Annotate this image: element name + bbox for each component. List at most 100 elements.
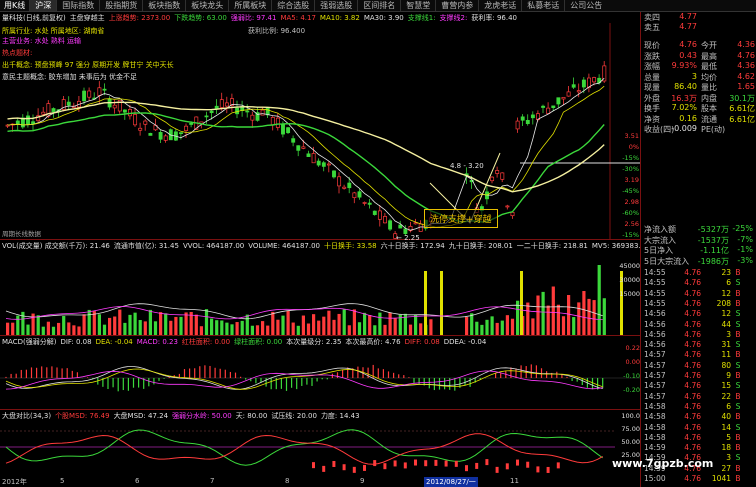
stat-value: 4.76 — [737, 50, 755, 60]
stat-label: 均价 — [701, 72, 717, 82]
tab-9[interactable]: 智慧堂 — [400, 0, 435, 11]
tab-1[interactable]: 国际指数 — [56, 0, 99, 11]
tick-row[interactable]: 14:56 4.76 31 S — [641, 340, 756, 350]
macd-header-item: DIF: 0.08 — [60, 337, 92, 346]
tab-7[interactable]: 强弱选股 — [314, 0, 357, 11]
volume-bar — [352, 309, 356, 335]
axis-tick-label: -0.20 — [623, 386, 640, 394]
volume-bar — [561, 316, 566, 335]
volume-panel[interactable]: VOL(成交量) 成交额(千万): 21.46 流通市值(亿): 31.45 VVO… — [0, 240, 640, 336]
volume-bar — [567, 295, 571, 335]
tick-row[interactable]: 15:00 4.76 1041 B — [641, 474, 756, 484]
candlestick — [184, 125, 189, 131]
tab-2[interactable]: 股指期货 — [99, 0, 142, 11]
tab-5[interactable]: 所属板块 — [228, 0, 271, 11]
volume-bar — [368, 315, 372, 335]
tick-row[interactable]: 14:57 4.76 11 B — [641, 350, 756, 360]
month-label: 7 — [210, 477, 215, 485]
tick-price: 4.76 — [684, 381, 701, 391]
osc-header-item: 强弱分水岭: 50.00 — [172, 411, 232, 420]
volume-bar — [485, 319, 489, 335]
stat-label: 收益(四) — [644, 125, 675, 134]
tick-row[interactable]: 14:58 4.76 6 S — [641, 402, 756, 412]
tick-row[interactable]: 14:55 4.76 12 B — [641, 289, 756, 299]
fund-flow-row: 5日大宗流入 -1986万 -3% — [641, 256, 756, 266]
candlestick — [592, 77, 597, 83]
tick-row[interactable]: 14:58 4.76 14 S — [641, 423, 756, 433]
top-tab-bar: 用K线 沪深 国际指数 股指期货 板块指数 板块龙头 所属板块 综合选股 强弱选股 区间排名 智慧… — [0, 0, 756, 12]
candlestick — [551, 105, 556, 109]
macd-header: MACD(强弱分解) DIF: 0.08 DEA: -0.04 MACD: 0.23 红… — [0, 336, 640, 347]
tick-side: S — [735, 360, 741, 370]
tick-row[interactable]: 14:56 4.76 3 B — [641, 330, 756, 340]
volume-bar — [230, 324, 234, 335]
tab-12[interactable]: 私募老话 — [521, 0, 564, 11]
tick-volume: 40 — [721, 412, 731, 422]
date-axis-bar: 2012年 567891011 2012/08/27/一 — [0, 477, 640, 487]
year-label: 2012年 — [2, 478, 27, 486]
oscillator-panel[interactable]: 大盘对比(34,3) 个股MSD: 76.49 大盘MSD: 47.24 强弱分水岭:… — [0, 410, 640, 477]
quote-stat-row: 总量 3 均价 4.62 — [641, 72, 756, 82]
candlestick — [148, 133, 153, 136]
stock-msd-line — [5, 429, 603, 466]
volume-chart[interactable] — [0, 251, 640, 335]
volume-bar — [261, 321, 265, 335]
tick-row[interactable]: 14:58 4.76 5 B — [641, 433, 756, 443]
quote-stat-row: 收益(四) -0.009 PE(动) — [641, 124, 756, 134]
volume-bar — [62, 316, 66, 335]
candlestick — [541, 105, 546, 108]
tick-row[interactable]: 14:58 4.76 40 B — [641, 412, 756, 422]
osc-header-item: 试压线: 20.00 — [271, 411, 317, 420]
volume-header-item: VOLUME: 464187.00 — [248, 241, 321, 250]
tick-time: 14:55 — [644, 298, 666, 308]
tab-11[interactable]: 龙虎老话 — [478, 0, 521, 11]
tick-row[interactable]: 14:57 4.76 80 S — [641, 361, 756, 371]
candlestick — [286, 127, 291, 134]
tab-10[interactable]: 曹营内参 — [435, 0, 478, 11]
macd-panel[interactable]: MACD(强弱分解) DIF: 0.08 DEA: -0.04 MACD: 0.23 红… — [0, 336, 640, 410]
tick-row[interactable]: 14:57 4.76 15 S — [641, 381, 756, 391]
volume-bar — [572, 317, 576, 335]
volume-bar — [342, 309, 346, 335]
macd-header-item: 本次最高价: 4.76 — [345, 337, 401, 346]
volume-bar — [582, 291, 586, 335]
candlestick — [112, 104, 117, 109]
candlestick — [556, 97, 561, 105]
tab-4[interactable]: 板块龙头 — [185, 0, 228, 11]
tick-row[interactable]: 14:56 4.76 12 S — [641, 309, 756, 319]
tick-row[interactable]: 14:56 4.76 44 S — [641, 320, 756, 330]
main-header-item: 获利率: 96.40 — [471, 13, 517, 22]
tick-time: 14:58 — [644, 412, 666, 422]
tick-row[interactable]: 14:55 4.76 23 B — [641, 268, 756, 278]
tick-row[interactable]: 14:55 4.76 208 B — [641, 299, 756, 309]
tick-side: S — [735, 453, 741, 463]
kline-chart[interactable] — [0, 23, 640, 239]
tick-row[interactable]: 14:57 4.76 22 B — [641, 392, 756, 402]
tick-row[interactable]: 14:57 4.76 9 B — [641, 371, 756, 381]
tab-13[interactable]: 公司公告 — [564, 0, 607, 11]
tab-8[interactable]: 区间排名 — [357, 0, 400, 11]
flow-label: 大宗流入 — [644, 235, 676, 245]
order-price: 4.77 — [679, 22, 697, 31]
volume-bar — [317, 320, 321, 335]
volume-bar — [490, 316, 494, 335]
kline-panel[interactable]: 量科技(日线,前复权) 主盘穿越主 上涨趋势: 2373.00 下跌趋势: 63.00… — [0, 12, 640, 242]
tick-row[interactable]: 14:59 4.76 18 B — [641, 443, 756, 453]
macd-chart[interactable] — [0, 347, 640, 409]
oscillator-chart[interactable] — [0, 421, 640, 477]
signal-bar — [373, 460, 377, 467]
candlestick — [566, 91, 571, 97]
flow-value: -5327万 — [697, 225, 729, 234]
candlestick — [133, 114, 138, 126]
candlestick — [301, 146, 306, 149]
tab-6[interactable]: 综合选股 — [271, 0, 314, 11]
tab-0[interactable]: 沪深 — [29, 0, 57, 11]
tab-3[interactable]: 板块指数 — [142, 0, 185, 11]
candlestick — [31, 121, 36, 125]
volume-bar — [87, 309, 91, 335]
candlestick — [372, 210, 377, 215]
volume-bar — [138, 320, 142, 335]
axis-tick-label: 15000 — [619, 290, 640, 298]
tick-row[interactable]: 14:55 4.76 6 S — [641, 278, 756, 288]
volume-bar — [475, 321, 479, 335]
